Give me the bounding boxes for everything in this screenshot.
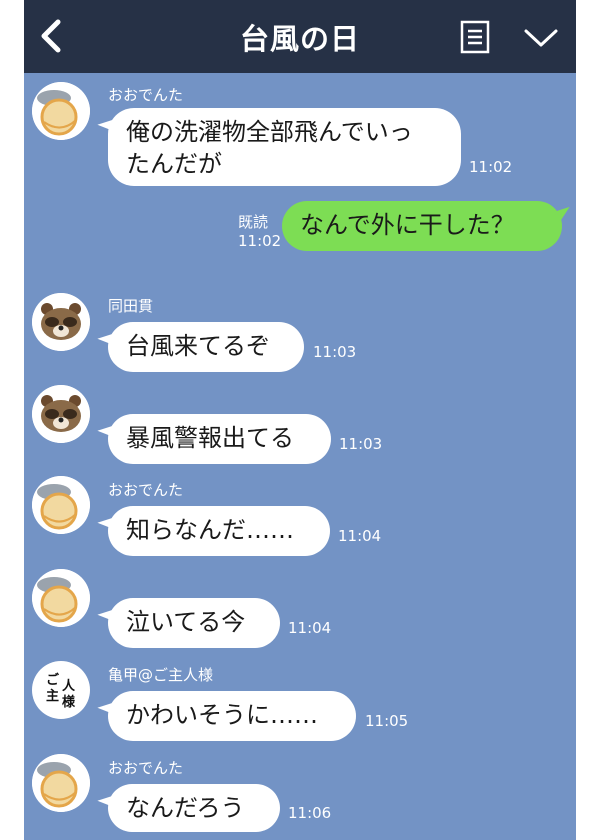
sender-name: 同田貫 bbox=[108, 297, 154, 315]
tanuki-avatar-icon bbox=[32, 293, 90, 351]
avatar-oodenta[interactable] bbox=[32, 82, 90, 140]
message-time: 11:03 bbox=[339, 435, 383, 453]
menu-button[interactable] bbox=[460, 20, 490, 54]
message-time: 11:02 bbox=[238, 232, 282, 250]
mochi-avatar-icon bbox=[32, 569, 90, 627]
mochi-avatar-icon bbox=[32, 476, 90, 534]
tanuki-avatar-icon bbox=[32, 385, 90, 443]
avatar-doudanuki[interactable] bbox=[32, 293, 90, 351]
mochi-avatar-icon bbox=[32, 82, 90, 140]
avatar-oodenta[interactable] bbox=[32, 569, 90, 627]
avatar-text: ご 主 人 様 bbox=[32, 661, 90, 719]
message-bubble[interactable]: なんだろう bbox=[108, 784, 280, 832]
message-bubble[interactable]: 知らなんだ…… bbox=[108, 506, 330, 556]
chat-header: 台風の日 bbox=[24, 0, 576, 73]
chevron-down-icon bbox=[524, 29, 558, 47]
sender-name: 亀甲@ご主人様 bbox=[108, 666, 214, 684]
message-bubble[interactable]: かわいそうに…… bbox=[108, 691, 356, 741]
list-icon bbox=[460, 20, 490, 54]
chat-screen: 台風の日 おおでんた 俺の洗濯物全部飛んでいっ たんだが 11:02 既読 11… bbox=[24, 0, 576, 840]
avatar-oodenta[interactable] bbox=[32, 476, 90, 534]
message-time: 11:05 bbox=[365, 712, 409, 730]
avatar-char: 主 bbox=[46, 689, 60, 704]
avatar-char: 様 bbox=[62, 695, 76, 710]
sender-name: おおでんた bbox=[108, 759, 184, 777]
message-bubble[interactable]: 泣いてる今 bbox=[108, 598, 280, 648]
read-receipt: 既読 11:02 bbox=[238, 213, 281, 251]
message-bubble-outgoing[interactable]: なんで外に干した？ bbox=[282, 201, 562, 251]
sender-name: おおでんた bbox=[108, 481, 184, 499]
message-time: 11:04 bbox=[338, 527, 382, 545]
message-bubble[interactable]: 俺の洗濯物全部飛んでいっ たんだが bbox=[108, 108, 461, 186]
message-bubble[interactable]: 暴風警報出てる bbox=[108, 414, 331, 464]
more-button[interactable] bbox=[523, 26, 559, 50]
message-time: 11:06 bbox=[288, 804, 332, 822]
mochi-avatar-icon bbox=[32, 754, 90, 812]
message-time: 11:04 bbox=[288, 619, 332, 637]
read-label: 既読 bbox=[238, 213, 269, 231]
message-time: 11:02 bbox=[469, 158, 513, 176]
sender-name: おおでんた bbox=[108, 86, 184, 104]
message-bubble[interactable]: 台風来てるぞ bbox=[108, 322, 304, 372]
message-time: 11:03 bbox=[313, 343, 357, 361]
chat-title: 台風の日 bbox=[239, 22, 360, 56]
avatar-oodenta[interactable] bbox=[32, 754, 90, 812]
avatar-kikkou[interactable]: ご 主 人 様 bbox=[32, 661, 90, 719]
avatar-doudanuki[interactable] bbox=[32, 385, 90, 443]
